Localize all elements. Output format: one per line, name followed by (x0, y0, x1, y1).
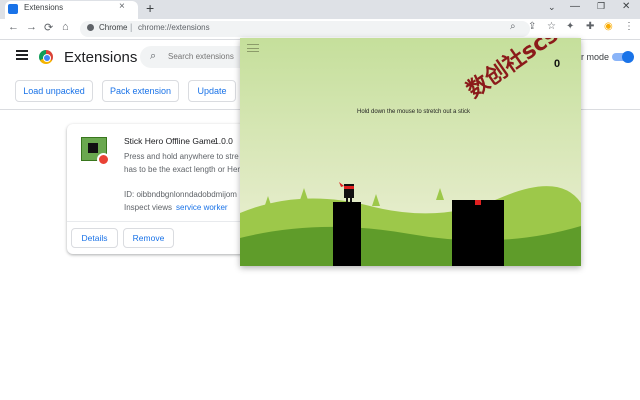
home-icon[interactable]: ⌂ (62, 21, 69, 33)
zoom-icon[interactable]: ⌕ (510, 21, 516, 32)
game-score: 0 (554, 58, 561, 70)
tab-search-icon[interactable]: ⌄ (548, 2, 556, 13)
pack-extension-button[interactable]: Pack extension (102, 80, 179, 102)
close-icon[interactable]: × (119, 1, 125, 12)
omnibox-separator: | (130, 22, 133, 32)
game-menu-icon[interactable] (247, 44, 259, 52)
stick-hero-extension-icon[interactable]: ✦ (566, 21, 574, 32)
tab-title: Extensions (24, 3, 64, 12)
ninja-headband (344, 186, 354, 189)
omnibox-site-label: Chrome (99, 23, 128, 32)
inspect-views-label: Inspect views (124, 203, 173, 212)
ninja-leg (346, 198, 348, 202)
load-unpacked-button[interactable]: Load unpacked (15, 80, 93, 102)
search-input[interactable] (168, 52, 240, 61)
badge-icon (97, 153, 110, 166)
extension-name: Stick Hero Offline Game (124, 136, 216, 146)
game-canvas[interactable] (240, 38, 581, 266)
remove-button[interactable]: Remove (123, 228, 174, 248)
game-instruction: Hold down the mouse to stretch out a sti… (357, 109, 471, 115)
next-pillar (452, 200, 504, 266)
omnibox-url[interactable]: chrome://extensions (138, 23, 210, 32)
chrome-menu-icon[interactable]: ⋮ (624, 21, 634, 32)
ninja-icon (88, 143, 98, 153)
chrome-logo-icon (39, 50, 53, 64)
share-icon[interactable]: ⇪ (528, 21, 536, 32)
profile-icon[interactable]: ◉ (604, 21, 613, 32)
details-button[interactable]: Details (71, 228, 118, 248)
stick-hero-popup[interactable]: 0 Hold down the mouse to stretch out a s… (240, 38, 581, 266)
update-button[interactable]: Update (188, 80, 236, 102)
extension-description-line2: has to be the exact length or Her (124, 165, 241, 174)
extension-id: ID: oibbndbgnlonndadobdmijom (124, 190, 237, 199)
chrome-site-icon (87, 24, 94, 31)
bookmark-star-icon[interactable]: ☆ (547, 21, 556, 32)
search-icon: ⌕ (150, 50, 157, 62)
new-tab-button[interactable]: + (146, 0, 154, 16)
minimize-button[interactable]: — (570, 1, 580, 12)
back-icon[interactable]: ← (8, 21, 19, 33)
service-worker-link[interactable]: service worker (176, 203, 228, 212)
window-close-button[interactable]: ✕ (622, 1, 630, 12)
developer-mode-toggle-knob[interactable] (622, 51, 634, 63)
maximize-button[interactable]: ❐ (597, 1, 605, 12)
extensions-puzzle-icon[interactable]: ✚ (586, 21, 594, 32)
perfect-target (475, 200, 481, 205)
page-title: Extensions (64, 49, 138, 66)
reload-icon[interactable]: ⟳ (44, 21, 53, 34)
forward-icon[interactable]: → (26, 21, 37, 33)
current-pillar (333, 202, 361, 266)
developer-mode-label: r mode (581, 52, 610, 62)
hamburger-menu-icon[interactable] (16, 50, 28, 60)
puzzle-icon (8, 4, 18, 14)
extension-description-line1: Press and hold anywhere to stre (124, 152, 239, 161)
ninja-leg (350, 198, 352, 202)
extension-version: 1.0.0 (214, 136, 233, 146)
